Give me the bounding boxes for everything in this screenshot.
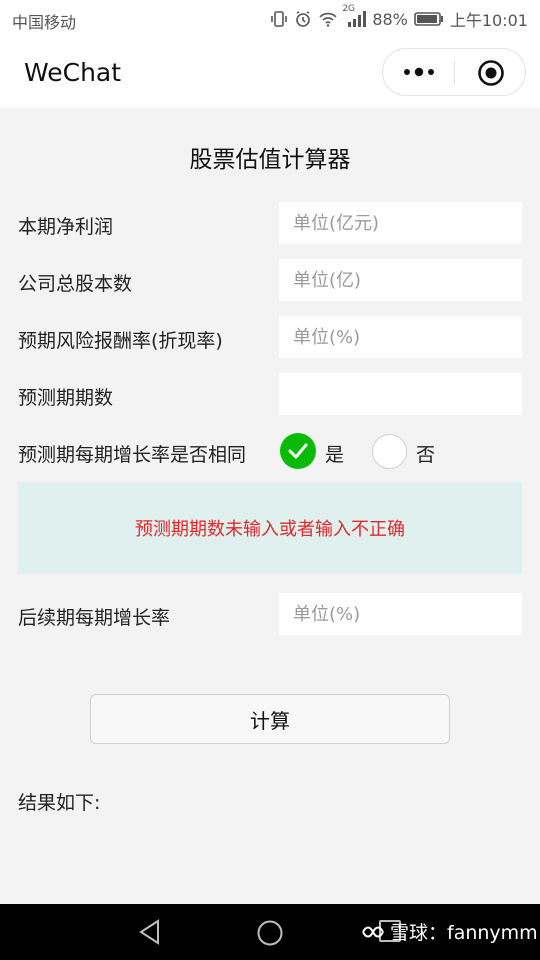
total-shares-label: 公司总股本数	[18, 273, 133, 295]
alarm-icon	[294, 10, 312, 28]
system-nav-bar: 雪球：fannymm	[0, 904, 540, 960]
total-shares-input[interactable]	[279, 259, 522, 301]
error-banner: 预测期期数未输入或者输入不正确	[18, 482, 522, 574]
vibrate-icon	[270, 10, 288, 28]
more-icon[interactable]	[401, 62, 437, 82]
forecast-periods-label: 预测期期数	[18, 387, 114, 409]
later-growth-rate-input[interactable]	[279, 593, 522, 635]
back-icon[interactable]	[138, 919, 162, 949]
close-target-icon[interactable]	[477, 59, 505, 87]
wifi-icon	[318, 11, 338, 27]
radio-no-label[interactable]: 否	[416, 440, 435, 467]
snowball-logo-icon	[362, 926, 384, 937]
status-bar: 中国移动 2G 88% 上午10:01	[0, 0, 540, 38]
app-titlebar: WeChat	[0, 38, 540, 108]
capsule-divider	[454, 61, 455, 85]
forecast-periods-input[interactable]	[279, 373, 522, 415]
main-content: 股票估值计算器 本期净利润 公司总股本数 预期风险报酬率(折现率) 预测期期数 …	[0, 108, 540, 904]
watermark-text: 雪球：fannymm	[390, 922, 538, 944]
home-icon[interactable]	[256, 919, 284, 951]
discount-rate-label: 预期风险报酬率(折现率)	[18, 330, 223, 352]
net-profit-input[interactable]	[279, 202, 522, 244]
net-profit-label: 本期净利润	[18, 216, 114, 238]
calculate-button[interactable]: 计算	[90, 694, 450, 744]
page-title: 股票估值计算器	[189, 147, 351, 173]
radio-yes-label[interactable]: 是	[325, 440, 344, 467]
app-name: WeChat	[24, 58, 122, 87]
clock: 上午10:01	[449, 11, 528, 30]
status-icons: 2G 88% 上午10:01	[270, 4, 528, 30]
later-growth-rate-label: 后续期每期增长率	[18, 607, 171, 629]
same-rate-label: 预测期每期增长率是否相同	[18, 444, 247, 466]
discount-rate-input[interactable]	[279, 316, 522, 358]
radio-yes[interactable]	[280, 433, 316, 469]
battery-percent: 88%	[372, 9, 408, 29]
carrier-name: 中国移动	[12, 13, 77, 32]
network-type: 2G	[342, 4, 356, 14]
checkmark-icon	[288, 443, 308, 459]
mini-program-capsule	[382, 48, 526, 96]
battery-icon	[414, 11, 444, 27]
watermark: 雪球：fannymm	[360, 918, 538, 945]
signal-icon: 2G	[342, 4, 367, 28]
result-label: 结果如下:	[18, 792, 101, 814]
error-message: 预测期期数未输入或者输入不正确	[135, 519, 405, 540]
radio-no[interactable]	[372, 434, 407, 469]
